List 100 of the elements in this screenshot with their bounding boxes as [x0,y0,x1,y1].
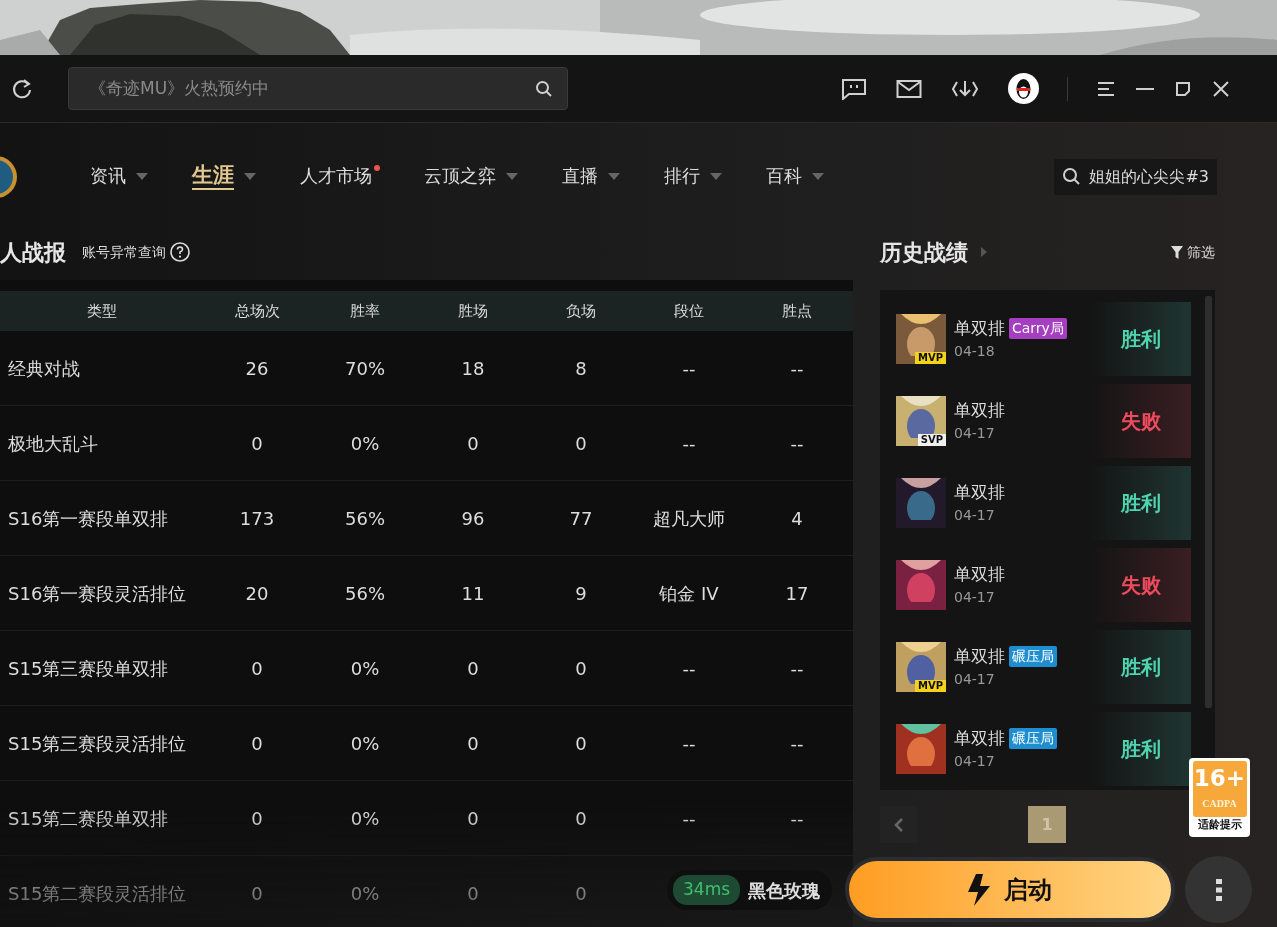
chat-icon[interactable] [841,77,867,100]
table-cell-text: 4 [790,506,804,531]
column-header[interactable]: 类型 [0,299,203,323]
game-mode: 单双排 [954,726,1005,750]
table-cell-text: 77 [568,506,594,531]
table-cell-text: 0 [250,731,264,756]
table-cell-text: -- [681,806,697,831]
table-cell-text: 0 [466,656,480,681]
table-cell-text: 17 [784,581,810,606]
logo-icon[interactable] [0,153,18,200]
match-tag: 碾压局 [1009,646,1057,667]
caption: 适龄提示 [1197,817,1242,833]
org-label: CADPA [1202,796,1237,811]
match-row[interactable]: MVP 单双排 Carry局 04-18 胜利 [896,302,1191,376]
column-header[interactable]: 胜率 [311,299,419,323]
column-header[interactable]: 胜场 [419,299,527,323]
search-icon[interactable] [535,79,553,98]
latency: 34ms [673,875,741,905]
match-row[interactable]: 单双排 碾压局 04-17 胜利 [896,712,1191,786]
nav-tab[interactable]: 云顶之弈 [424,164,518,189]
table-cell-text: 0% [349,881,381,906]
table-cell-text: 超凡大师 [652,506,726,531]
medal-badge: MVP [914,352,946,364]
filter-button[interactable]: 筛选 [1171,241,1215,263]
nav-tab[interactable]: 人才市场 [300,164,380,189]
scrollbar[interactable] [1205,296,1212,708]
server-pill[interactable]: 34ms 黑色玫瑰 [667,870,833,910]
table-cell-text: 0 [574,881,588,906]
game-mode: 单双排 [954,644,1005,668]
table-cell-text: 96 [460,506,486,531]
search-bar[interactable]: 《奇迹MU》火热预约中 [68,67,568,110]
match-date: 04-17 [954,424,996,444]
match-date: 04-17 [954,506,996,526]
match-row[interactable]: SVP 单双排 04-17 失败 [896,384,1191,458]
minimize-icon[interactable] [1136,86,1154,91]
table-cell-text: 极地大乱斗 [7,431,99,456]
table-cell-text: 0% [349,656,381,681]
table-cell-text: 0% [349,806,381,831]
table-cell-text: 铂金 IV [658,581,720,606]
table-cell-text: 18 [460,356,486,381]
refresh-icon[interactable] [11,77,33,100]
table-cell-text: 0 [574,656,588,681]
table-cell-text: 0 [574,731,588,756]
table-cell-text: S15第二赛段灵活排位 [7,881,188,906]
download-icon[interactable] [951,78,979,99]
game-mode: 单双排 [954,480,1005,504]
more-icon [1215,878,1222,901]
nav-tab[interactable]: 排行 [664,164,722,189]
medal-badge: SVP [917,434,946,446]
table-cell-text: S15第三赛段单双排 [7,656,170,681]
column-header[interactable]: 负场 [527,299,635,323]
previous-page-button[interactable] [880,806,917,843]
nav-tab[interactable]: 直播 [562,164,620,189]
menu-icon[interactable] [1097,80,1115,97]
table-cell-text: 0 [466,431,480,456]
age-label: 16+ [1193,764,1246,793]
player-search-field[interactable]: 姐姐的心尖尖#3 [1054,158,1217,195]
table-cell-text: S16第一赛段灵活排位 [7,581,188,606]
table-cell-text: 8 [574,356,588,381]
match-date: 04-17 [954,588,996,608]
table-cell-text: 0 [466,881,480,906]
table-cell-text: -- [789,806,805,831]
table-cell-text: 56% [344,506,386,531]
table-cell-text: 0 [574,431,588,456]
table-cell-text: S15第三赛段灵活排位 [7,731,188,756]
game-mode: 单双排 [954,398,1005,422]
column-header[interactable]: 胜点 [743,299,851,323]
table-cell-text: 0 [250,656,264,681]
table-cell-text: 0% [349,431,381,456]
search-input[interactable]: 《奇迹MU》火热预约中 [87,74,535,103]
game-mode: 单双排 [954,562,1005,586]
launch-button[interactable]: 启动 [845,857,1175,922]
avatar-icon[interactable] [1008,73,1039,104]
close-icon[interactable] [1212,79,1230,98]
search-icon[interactable] [1062,167,1082,186]
match-row[interactable]: 单双排 04-17 胜利 [896,466,1191,540]
maximize-icon[interactable] [1175,80,1191,97]
account-check-link[interactable]: 账号异常查询 [82,241,166,263]
table-cell-text: 0 [466,806,480,831]
table-cell-text: -- [681,356,697,381]
help-icon[interactable] [170,242,190,262]
table-cell-text: 0 [250,881,264,906]
table-cell-text: 70% [344,356,386,381]
nav-tab[interactable]: 资讯 [90,164,148,189]
match-row[interactable]: MVP 单双排 碾压局 04-17 胜利 [896,630,1191,704]
nav-tab[interactable]: 生涯 [192,162,256,191]
bolt-icon [968,873,990,906]
nav-tab[interactable]: 百科 [766,164,824,189]
table-cell-text: S15第二赛段单双排 [7,806,170,831]
match-date: 04-17 [954,670,996,690]
mail-icon[interactable] [896,78,922,99]
column-header[interactable]: 总场次 [203,299,311,323]
table-cell-text: 20 [244,581,270,606]
match-date: 04-17 [954,752,996,772]
table-cell-text: -- [681,731,697,756]
column-header[interactable]: 段位 [635,299,743,323]
table-cell-text: S16第一赛段单双排 [7,506,170,531]
chevron-left-icon [893,816,904,833]
table-cell-text: -- [681,431,697,456]
match-row[interactable]: 单双排 04-17 失败 [896,548,1191,622]
